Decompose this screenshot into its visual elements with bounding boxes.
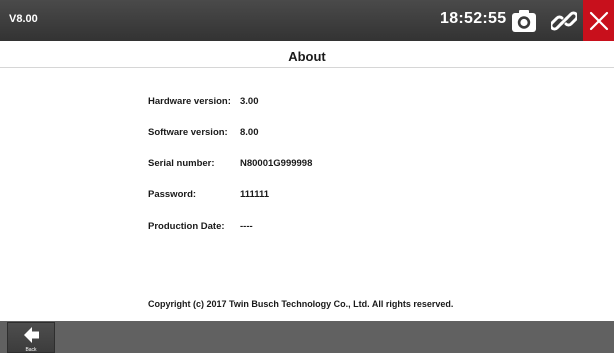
version-label: V8.00 <box>9 13 38 25</box>
close-icon <box>589 11 608 30</box>
bottom-bar: Back <box>0 321 614 353</box>
back-button[interactable]: Back <box>7 322 55 353</box>
info-label: Serial number: <box>148 158 215 169</box>
close-button[interactable] <box>583 0 614 41</box>
copyright-text: Copyright (c) 2017 Twin Busch Technology… <box>148 299 454 309</box>
top-bar: V8.00 18:52:55 <box>0 0 614 41</box>
info-value: N80001G999998 <box>240 158 313 169</box>
info-value: 3.00 <box>240 96 259 107</box>
info-label: Production Date: <box>148 221 225 232</box>
camera-icon <box>512 9 536 32</box>
clock: 18:52:55 <box>440 10 507 27</box>
info-label: Hardware version: <box>148 96 231 107</box>
link-icon <box>551 10 577 31</box>
title-bar: About <box>0 41 614 68</box>
page-title: About <box>288 49 326 64</box>
info-label: Software version: <box>148 127 228 138</box>
info-value: 8.00 <box>240 127 259 138</box>
screenshot-button[interactable] <box>503 0 545 41</box>
info-value: 111111 <box>240 189 270 200</box>
back-arrow-icon <box>24 327 39 343</box>
info-label: Password: <box>148 189 197 200</box>
info-value: ---- <box>240 221 253 232</box>
back-label: Back <box>25 347 37 353</box>
connection-button[interactable] <box>545 0 583 41</box>
